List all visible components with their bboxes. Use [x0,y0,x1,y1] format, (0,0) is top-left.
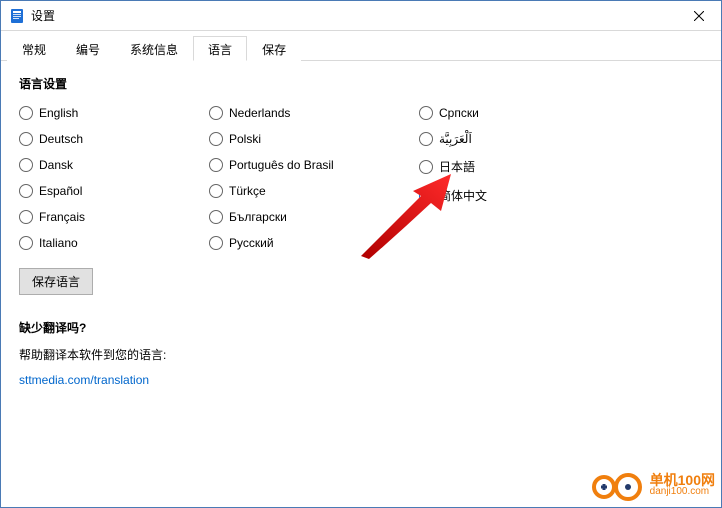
radio-icon [19,158,33,172]
radio-label: Español [39,184,82,198]
radio-label: Nederlands [229,106,290,120]
save-language-button[interactable]: 保存语言 [19,268,93,295]
radio-label: Polski [229,132,261,146]
radio-label: English [39,106,78,120]
radio-icon [419,106,433,120]
radio-icon [209,132,223,146]
radio-icon [419,160,433,174]
tab-sysinfo[interactable]: 系统信息 [115,36,193,61]
radio-label: Dansk [39,158,73,172]
tab-label: 保存 [262,43,286,57]
radio-icon [209,158,223,172]
radio-turkce[interactable]: Türkçe [209,184,419,198]
window-title: 设置 [31,7,55,24]
radio-icon [209,184,223,198]
close-icon [694,11,704,21]
tab-label: 常规 [22,43,46,57]
radio-francais[interactable]: Français [19,210,209,224]
radio-label: Italiano [39,236,78,250]
radio-chinese-simplified[interactable]: 简体中文 [419,187,609,204]
app-icon [9,8,25,24]
radio-label: 日本語 [439,158,475,175]
radio-label: Български [229,210,287,224]
radio-icon [19,236,33,250]
titlebar: 设置 [1,1,721,31]
radio-label: اَلْعَرَبِيَّة [439,132,472,146]
tab-label: 编号 [76,43,100,57]
radio-label: Português do Brasil [229,158,334,172]
radio-icon [209,210,223,224]
radio-label: Русский [229,236,274,250]
radio-icon [19,106,33,120]
radio-icon [419,189,433,203]
tab-general[interactable]: 常规 [7,36,61,61]
tab-label: 语言 [208,43,232,57]
radio-label: 简体中文 [439,187,487,204]
missing-translation-title: 缺少翻译吗? [19,319,703,336]
missing-translation-help: 帮助翻译本软件到您的语言: [19,346,703,363]
tab-save[interactable]: 保存 [247,36,301,61]
translation-link[interactable]: sttmedia.com/translation [19,373,149,387]
tab-language[interactable]: 语言 [193,36,247,61]
radio-deutsch[interactable]: Deutsch [19,132,209,146]
section-title: 语言设置 [19,75,703,92]
tab-content: 语言设置 English Deutsch Dansk Español Franç… [1,61,721,507]
language-column-1: English Deutsch Dansk Español Français I… [19,106,209,250]
radio-portugues[interactable]: Português do Brasil [209,158,419,172]
close-button[interactable] [676,1,721,31]
radio-arabic[interactable]: اَلْعَرَبِيَّة [419,132,609,146]
radio-icon [209,106,223,120]
radio-icon [209,236,223,250]
tab-numbering[interactable]: 编号 [61,36,115,61]
button-label: 保存语言 [32,275,80,289]
radio-label: Français [39,210,85,224]
radio-espanol[interactable]: Español [19,184,209,198]
radio-icon [419,132,433,146]
radio-english[interactable]: English [19,106,209,120]
radio-icon [19,210,33,224]
radio-label: Deutsch [39,132,83,146]
tab-bar: 常规 编号 系统信息 语言 保存 [1,35,721,61]
language-column-2: Nederlands Polski Português do Brasil Tü… [209,106,419,250]
radio-icon [19,184,33,198]
radio-japanese[interactable]: 日本語 [419,158,609,175]
radio-polski[interactable]: Polski [209,132,419,146]
radio-serbian[interactable]: Српски [419,106,609,120]
radio-label: Српски [439,106,479,120]
radio-nederlands[interactable]: Nederlands [209,106,419,120]
language-column-3: Српски اَلْعَرَبِيَّة 日本語 简体中文 [419,106,609,250]
radio-dansk[interactable]: Dansk [19,158,209,172]
radio-icon [19,132,33,146]
settings-window: 设置 常规 编号 系统信息 语言 保存 语言设置 English Deutsch… [0,0,722,508]
radio-russian[interactable]: Русский [209,236,419,250]
language-grid: English Deutsch Dansk Español Français I… [19,106,703,250]
radio-italiano[interactable]: Italiano [19,236,209,250]
radio-bulgarian[interactable]: Български [209,210,419,224]
radio-label: Türkçe [229,184,266,198]
tab-label: 系统信息 [130,43,178,57]
